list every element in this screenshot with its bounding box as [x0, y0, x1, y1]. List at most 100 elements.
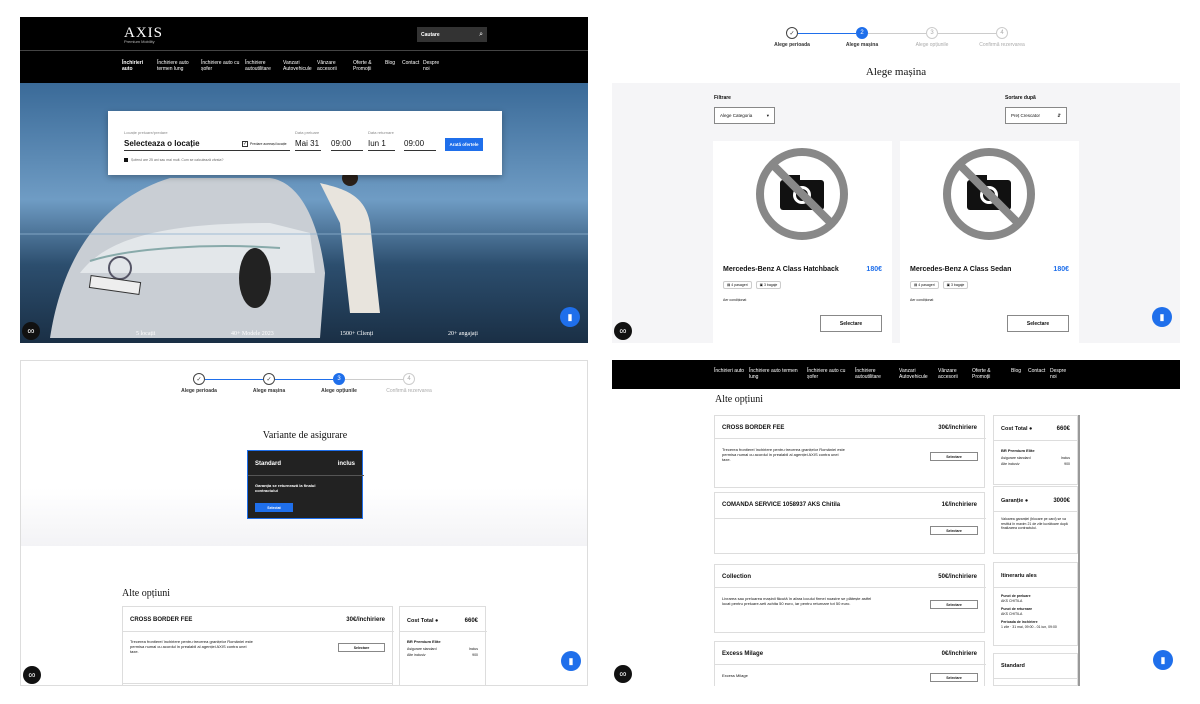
- info-icon[interactable]: ●: [1025, 498, 1028, 504]
- category-dropdown[interactable]: Alege Categoria ▾: [714, 107, 775, 124]
- nav-item[interactable]: Vanzari Autovehicule: [283, 60, 313, 72]
- nav-item[interactable]: Închiriere autoutilitare: [245, 60, 279, 72]
- nav-item[interactable]: Oferte & Promoții: [353, 60, 381, 72]
- chat-icon[interactable]: ▮: [561, 651, 581, 671]
- booking-stepper: ✓ Alege perioada 2 Alege mașina 3 Alege opț…: [757, 27, 1037, 48]
- nav-item[interactable]: Închiriere auto termen lung: [749, 368, 803, 380]
- checkbox-icon[interactable]: ✓: [242, 141, 248, 147]
- option-price: 1€/închiriere: [941, 502, 977, 508]
- cost-summary-card: Cost Total ● 660€ BR Premium Elite Asigu…: [399, 606, 487, 685]
- step-label: Alege mașina: [252, 388, 286, 394]
- step-2[interactable]: 2 Alege mașina: [827, 27, 926, 48]
- nav-item[interactable]: Oferte & Promoții: [972, 368, 1007, 380]
- select-option-button[interactable]: Selectare: [930, 452, 978, 461]
- car-name[interactable]: Mercedes-Benz A Class Hatchback: [723, 266, 839, 273]
- return-time-field[interactable]: 09:00: [404, 139, 436, 151]
- divider: [994, 587, 1079, 588]
- select-option-button[interactable]: Selectare: [338, 643, 385, 652]
- select-option-button[interactable]: Selectare: [930, 600, 978, 609]
- show-offers-button[interactable]: Arată ofertele: [445, 138, 483, 151]
- step-3[interactable]: 3 Alege opțiunile: [304, 373, 403, 394]
- info-icon[interactable]: ●: [1029, 426, 1032, 432]
- select-car-button[interactable]: Selectare: [820, 315, 882, 332]
- sort-dropdown[interactable]: Preț Crescator ⇵: [1005, 107, 1067, 124]
- options-scrolled-panel: Închirieri auto Închiriere auto termen l…: [612, 360, 1180, 686]
- info-icon[interactable]: ●: [435, 618, 438, 624]
- passengers-badge: ▤ 4 pasageri: [723, 281, 752, 289]
- car-name[interactable]: Mercedes-Benz A Class Sedan: [910, 266, 1011, 273]
- nav-item[interactable]: Închiriere auto termen lung: [157, 60, 197, 72]
- search-input[interactable]: Cautare: [421, 32, 440, 38]
- nav-item[interactable]: Închiriere auto cu șofer: [807, 368, 851, 380]
- step-4[interactable]: 4 Confirmă rezervarea: [374, 373, 444, 394]
- step-1[interactable]: ✓ Alege perioada: [757, 27, 856, 48]
- nav-item[interactable]: Vânzare accesorii: [317, 60, 349, 72]
- step-3[interactable]: 3 Alege opțiunile: [897, 27, 996, 48]
- passengers-badge: ▤ 4 pasageri: [910, 281, 939, 289]
- option-description: Excess Milage: [722, 673, 748, 678]
- car-card[interactable]: Mercedes-Benz A Class Hatchback 180€ ▤ 4…: [713, 141, 892, 343]
- nav-item[interactable]: Blog: [385, 60, 398, 72]
- insurance-selected-button[interactable]: Selectat: [255, 503, 293, 512]
- select-option-button[interactable]: Selectare: [930, 673, 978, 682]
- chat-icon[interactable]: ▮: [1153, 650, 1173, 670]
- rental-period-value: 1 zile · 31 mai, 09:00 - 01 iun, 09:00: [1001, 625, 1057, 629]
- nav-item[interactable]: Închiriere autoutilitare: [855, 368, 895, 380]
- option-description: Trecerea frontierei închiriere pentru tr…: [722, 447, 845, 462]
- stat-item: 40+ Modele 2023: [231, 331, 274, 337]
- pickup-time-field[interactable]: 09:00: [331, 139, 363, 151]
- return-date-field[interactable]: Iun 1: [368, 139, 395, 151]
- step-4[interactable]: 4 Confirmă rezervarea: [967, 27, 1037, 48]
- cost-line-label: Alte inclusiv: [407, 653, 426, 657]
- nav-item[interactable]: Despre noi: [1050, 368, 1070, 380]
- chat-icon[interactable]: ▮: [560, 307, 580, 327]
- divider: [994, 678, 1079, 679]
- nav-item[interactable]: Închirieri auto: [122, 60, 153, 72]
- divider: [400, 631, 487, 632]
- search-box[interactable]: Cautare ⌕: [417, 27, 487, 42]
- divider: [123, 631, 394, 632]
- step-2[interactable]: ✓ Alege mașina: [234, 373, 333, 394]
- selected-car: BR Premium Elite: [407, 639, 441, 644]
- age-checkbox-row[interactable]: Șoferul are 25 ani sau mai mult. Cum se …: [124, 158, 223, 162]
- step-1[interactable]: ✓ Alege perioada: [164, 373, 263, 394]
- infinity-icon[interactable]: ∞: [614, 322, 632, 340]
- nav-item[interactable]: Vânzare accesorii: [938, 368, 968, 380]
- scrollbar[interactable]: [1078, 415, 1080, 686]
- nav-item[interactable]: Vanzari Autovehicule: [899, 368, 934, 380]
- option-name: Excess Milage: [722, 651, 764, 657]
- car-card[interactable]: Mercedes-Benz A Class Sedan 180€ ▤ 4 pas…: [900, 141, 1079, 343]
- infinity-icon[interactable]: ∞: [614, 665, 632, 683]
- deposit-label: Garanție ●: [1001, 498, 1029, 504]
- nav-item[interactable]: Blog: [1011, 368, 1024, 380]
- check-icon: ✓: [263, 373, 275, 385]
- option-description: Livrarea sau preluarea mașinii făcută în…: [722, 596, 872, 606]
- cost-total-label: Cost Total ●: [1001, 426, 1033, 432]
- checkbox-icon[interactable]: [124, 158, 128, 162]
- car-specs: ▤ 4 pasageri ▣ 3 bagaje: [723, 281, 782, 289]
- nav-item[interactable]: Contact: [402, 60, 419, 72]
- cost-line-label: Asigurare standard: [1001, 456, 1031, 460]
- nav-item[interactable]: Contact: [1028, 368, 1046, 380]
- chat-icon[interactable]: ▮: [1152, 307, 1172, 327]
- option-name: CROSS BORDER FEE: [722, 425, 785, 431]
- option-name: CROSS BORDER FEE: [130, 617, 193, 623]
- search-icon[interactable]: ⌕: [479, 31, 483, 39]
- pickup-date-field[interactable]: Mai 31: [295, 139, 321, 151]
- select-car-button[interactable]: Selectare: [1007, 315, 1069, 332]
- return-label: Data returnare: [368, 130, 394, 135]
- infinity-icon[interactable]: ∞: [22, 322, 40, 340]
- nav-item[interactable]: Despre noi: [423, 60, 441, 72]
- step-number: 3: [333, 373, 345, 385]
- car-feature: Aer condiționat: [910, 298, 934, 302]
- insurance-card-standard[interactable]: Standard inclus Garanția se returnează l…: [247, 450, 364, 519]
- nav-item[interactable]: Închiriere auto cu șofer: [201, 60, 241, 72]
- cost-line-value: 900: [472, 653, 478, 657]
- option-card: CROSS BORDER FEE 30€/închiriere Trecerea…: [122, 606, 394, 685]
- select-option-button[interactable]: Selectare: [930, 526, 978, 535]
- same-location-toggle[interactable]: ✓ Predare aceeași locație: [242, 141, 287, 147]
- filter-label: Filtrare: [714, 95, 731, 101]
- option-price: 30€/închiriere: [346, 617, 385, 623]
- infinity-icon[interactable]: ∞: [23, 666, 41, 684]
- nav-item[interactable]: Închirieri auto: [714, 368, 745, 380]
